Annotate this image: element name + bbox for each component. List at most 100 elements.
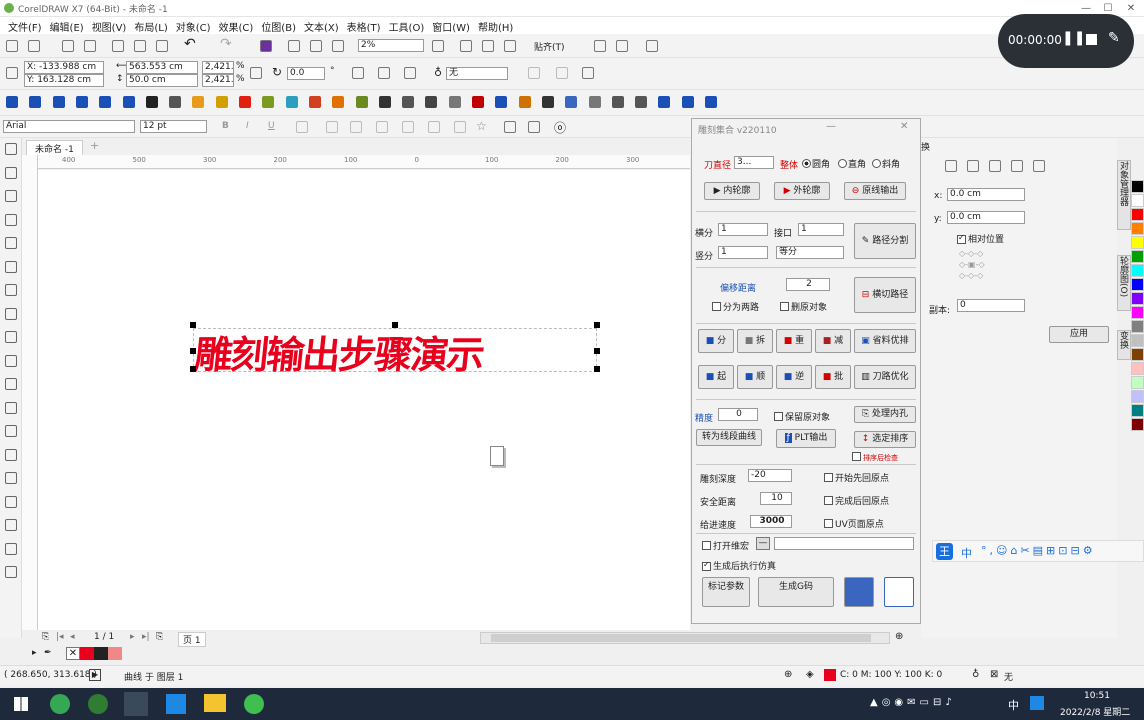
- x-position-field[interactable]: X: -133.988 cm: [24, 61, 104, 74]
- menu-item[interactable]: 文本(X): [302, 17, 345, 34]
- radio-square[interactable]: 直角: [838, 157, 866, 170]
- cb-delete-source[interactable]: 删原对象: [780, 300, 827, 313]
- cb-uv-origin-box[interactable]: [824, 519, 833, 528]
- row2-button-0[interactable]: ■ 起: [698, 365, 734, 389]
- cb-open-weihong[interactable]: 打开维宏: [702, 539, 749, 552]
- menu-item[interactable]: 表格(T): [345, 17, 387, 34]
- explorer-icon[interactable]: [204, 694, 226, 712]
- path-optimize-button[interactable]: ▥ 刀路优化: [854, 365, 916, 389]
- selection-handle[interactable]: [594, 366, 600, 372]
- toolbox-tool-icon[interactable]: [5, 542, 17, 555]
- font-select[interactable]: Arial: [3, 120, 135, 133]
- toolbox-tool-icon[interactable]: [5, 472, 17, 484]
- guidelines-icon[interactable]: [504, 40, 516, 52]
- cb-end-origin[interactable]: 完成后回原点: [824, 494, 889, 507]
- snap-status-icon[interactable]: ⊕: [784, 669, 792, 680]
- dialog-minimize-button[interactable]: —: [826, 121, 836, 132]
- row2-button-1[interactable]: ■ 顺: [737, 365, 773, 389]
- transform-icon[interactable]: [404, 67, 416, 79]
- macro-button-icon[interactable]: [565, 96, 578, 108]
- vtab-transform[interactable]: 变换: [1117, 330, 1131, 360]
- ime-mode[interactable]: 中: [961, 545, 972, 561]
- toolbox-tool-icon[interactable]: [5, 401, 17, 414]
- info-icon[interactable]: ⓞ: [554, 119, 566, 136]
- safe-distance-field[interactable]: 10: [760, 492, 792, 505]
- zoom-navigator-icon[interactable]: ⊕: [895, 631, 903, 642]
- snap-to-menu[interactable]: 贴齐(T): [534, 40, 565, 53]
- macro-button-icon[interactable]: [308, 96, 321, 108]
- menu-item[interactable]: 效果(C): [217, 17, 260, 34]
- toolbox-tool-icon[interactable]: [5, 331, 17, 343]
- toolbox-tool-icon[interactable]: [5, 519, 17, 531]
- windows-start-icon[interactable]: [14, 697, 28, 711]
- row1-button-2[interactable]: ■ 重: [776, 329, 812, 353]
- text-properties-icon[interactable]: [402, 121, 414, 133]
- next-page-icon[interactable]: ▸: [130, 632, 135, 642]
- selection-handle[interactable]: [190, 366, 196, 372]
- cb-run-sim-box[interactable]: [702, 562, 711, 571]
- y-position-field[interactable]: Y: 163.128 cm: [24, 74, 104, 87]
- cb-open-weihong-box[interactable]: [702, 541, 711, 550]
- feed-speed-field[interactable]: 3000: [750, 515, 792, 528]
- bug-icon[interactable]: [582, 67, 594, 79]
- palette-swatch[interactable]: [1131, 222, 1144, 235]
- italic-icon[interactable]: I: [246, 121, 249, 131]
- lock-ratio-icon[interactable]: [250, 67, 262, 79]
- open-icon[interactable]: [28, 40, 40, 52]
- toolbox-tool-icon[interactable]: [5, 495, 17, 508]
- scroll-thumb[interactable]: [491, 634, 871, 642]
- corel-connect-icon[interactable]: [332, 40, 344, 52]
- macro-button-icon[interactable]: [332, 96, 345, 108]
- cb-delete-source-box[interactable]: [780, 302, 789, 311]
- macro-button-icon[interactable]: [355, 96, 368, 108]
- add-page-icon[interactable]: ⎘: [156, 632, 163, 642]
- toolbox-tool-icon[interactable]: [5, 307, 17, 320]
- weihong-path-field[interactable]: [774, 537, 914, 550]
- macro-button-icon[interactable]: [588, 96, 601, 108]
- cb-keep-original[interactable]: 保留原对象: [774, 410, 830, 423]
- coreldraw-icon[interactable]: [88, 694, 108, 714]
- toolbox-tool-icon[interactable]: [5, 378, 17, 390]
- cb-sort-check-box[interactable]: [852, 452, 861, 461]
- palette-swatch[interactable]: [1131, 180, 1144, 193]
- bold-icon[interactable]: B: [222, 121, 229, 131]
- toolbox-tool-icon[interactable]: [5, 448, 17, 461]
- red-swatch[interactable]: [80, 647, 94, 660]
- palette-swatch[interactable]: [1131, 264, 1144, 277]
- palette-arrow-icon[interactable]: ▸: [32, 648, 37, 658]
- pause-icon[interactable]: ❚❚: [1062, 30, 1085, 46]
- star-icon[interactable]: ☆: [476, 119, 487, 133]
- palette-swatch[interactable]: [1131, 320, 1144, 333]
- cb-run-sim[interactable]: 生成后执行仿真: [702, 559, 776, 572]
- macro-button-icon[interactable]: [145, 96, 158, 108]
- macro-button-icon[interactable]: [658, 96, 671, 108]
- palette-swatch[interactable]: [1131, 390, 1144, 403]
- dialog-close-button[interactable]: ✕: [900, 121, 908, 132]
- sort-selected-button[interactable]: ↕ 选定排序: [854, 431, 916, 448]
- app-launcher-icon[interactable]: [616, 40, 628, 52]
- vertical-ruler[interactable]: [22, 155, 38, 630]
- grid-icon[interactable]: [482, 40, 494, 52]
- menu-item[interactable]: 位图(B): [259, 17, 302, 34]
- menu-item[interactable]: 工具(O): [387, 17, 431, 34]
- black-swatch[interactable]: [94, 647, 108, 660]
- cb-end-origin-box[interactable]: [824, 496, 833, 505]
- macro-button-icon[interactable]: [169, 96, 182, 108]
- print-icon[interactable]: [84, 40, 96, 52]
- rotate-docker-icon[interactable]: [967, 160, 979, 172]
- split-mode-select[interactable]: 等分: [776, 246, 844, 259]
- vsplit-field[interactable]: 1: [718, 246, 768, 259]
- cb-two-paths-box[interactable]: [712, 302, 721, 311]
- palette-swatch[interactable]: [1131, 292, 1144, 305]
- toolbox-tool-icon[interactable]: [5, 237, 17, 249]
- docker-y-field[interactable]: 0.0 cm: [947, 211, 1025, 224]
- tool-diameter-select[interactable]: 3...: [734, 156, 774, 169]
- page-tab[interactable]: 页 1: [178, 632, 206, 647]
- page-settings-icon[interactable]: ⎘: [42, 632, 49, 642]
- palette-swatch[interactable]: [1131, 362, 1144, 375]
- horizontal-scrollbar[interactable]: [480, 632, 890, 644]
- palette-swatch[interactable]: [1131, 376, 1144, 389]
- anchor-grid[interactable]: ◇-◇-◇ ◇-▣-◇ ◇-◇-◇: [959, 248, 995, 282]
- macro-button-icon[interactable]: [518, 96, 531, 108]
- path-browse-button[interactable]: —: [756, 537, 770, 550]
